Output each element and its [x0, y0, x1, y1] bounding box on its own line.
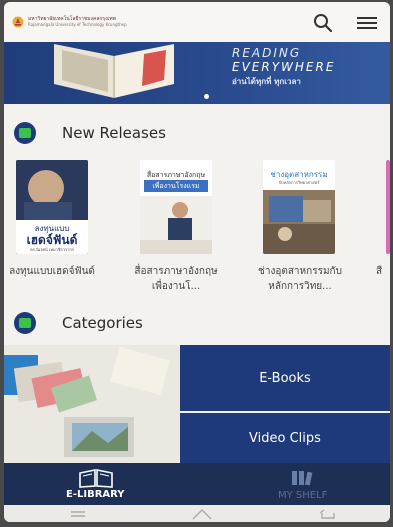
app-screen: มหาวิทยาลัยเทคโนโลยีราชมงคลกรุงเทพ Rajam…: [4, 2, 390, 522]
search-icon[interactable]: [312, 12, 334, 34]
book-cover-art: [263, 190, 335, 254]
book-cover-title-line2: เพื่องานโรงแรม: [144, 180, 208, 192]
promo-banner[interactable]: READING EVERYWHERE อ่านได้ทุกที่ ทุกเวลา: [4, 42, 390, 104]
banner-subtitle: อ่านได้ทุกที่ ทุกเวลา: [232, 77, 301, 86]
book-cover[interactable]: สื่อสารภาษาอังกฤษ เพื่องานโรงแรม: [140, 160, 212, 254]
book-cover-author: ดร.นิเวศน์ เหมวชิรวรากร: [30, 247, 74, 252]
book-title[interactable]: สื่อสารภาษาอังกฤษเพื่องานโ...: [130, 264, 222, 294]
nav-label-myshelf: MY SHELF: [278, 490, 328, 501]
categories-icon: [14, 312, 36, 334]
categories-title: Categories: [62, 314, 143, 332]
categories-illustration: [4, 345, 180, 463]
university-name-english: Rajamangala University of Technology Kru…: [28, 22, 127, 27]
home-icon[interactable]: [190, 507, 214, 521]
category-ebooks-button[interactable]: E-Books: [180, 345, 390, 411]
hamburger-menu-icon[interactable]: [354, 13, 380, 33]
carousel-indicator-dot[interactable]: [204, 94, 209, 99]
nav-label-elibrary: E-LIBRARY: [66, 489, 125, 500]
nav-tab-elibrary[interactable]: E-LIBRARY: [56, 465, 138, 505]
book-cover[interactable]: [386, 160, 390, 254]
top-app-bar: มหาวิทยาลัยเทคโนโลยีราชมงคลกรุงเทพ Rajam…: [4, 2, 390, 42]
banner-headline-1: READING: [232, 46, 302, 60]
open-book-illustration: [54, 44, 174, 98]
recent-apps-icon[interactable]: [68, 509, 88, 519]
book-title[interactable]: ช่างอุตสาหกรรมกับหลักการวิทย...: [254, 264, 346, 294]
book-title[interactable]: สื: [376, 264, 390, 279]
book-cover-title-line2: กับหลักการวิทยาศาสตร์: [278, 180, 320, 185]
books-stack-illustration: [4, 345, 180, 463]
bottom-navigation: E-LIBRARY MY SHELF: [4, 463, 390, 505]
book-title[interactable]: ลงทุนแบบเฮดจ์ฟันด์: [6, 264, 98, 279]
nav-tab-myshelf[interactable]: MY SHELF: [270, 465, 340, 505]
book-cover[interactable]: ลงทุนแบบ เฮดจ์ฟันด์ ดร.นิเวศน์ เหมวชิรวร…: [16, 160, 88, 254]
new-releases-title: New Releases: [62, 124, 166, 142]
bookshelf-icon: [292, 471, 313, 486]
system-navigation-bar: [4, 505, 390, 522]
university-seal-icon[interactable]: [12, 16, 24, 28]
back-icon[interactable]: [318, 508, 338, 520]
open-book-icon: [79, 469, 113, 488]
book-cover-art: [140, 196, 212, 254]
category-video-clips-button[interactable]: Video Clips: [180, 413, 390, 463]
book-cover[interactable]: ช่างอุตสาหกรรม กับหลักการวิทยาศาสตร์: [263, 160, 335, 254]
banner-headline-2: EVERYWHERE: [232, 60, 336, 74]
new-releases-icon: [14, 122, 36, 144]
